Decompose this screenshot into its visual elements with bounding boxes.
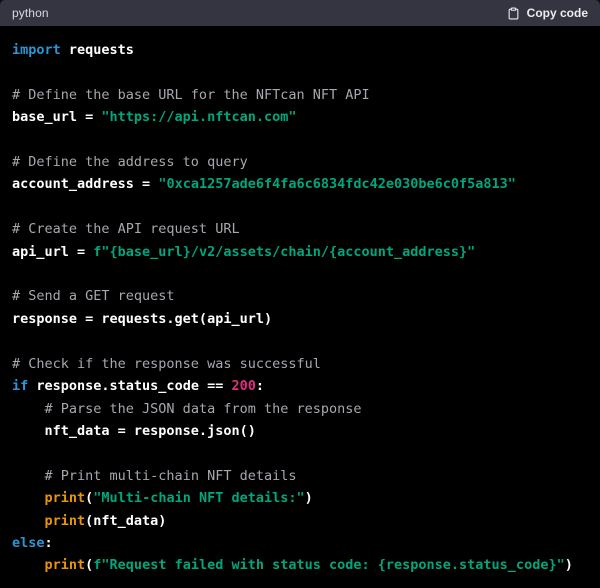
code-line: print(f"Request failed with status code:… (12, 557, 573, 573)
code-line: # Print multi-chain NFT details (12, 468, 296, 484)
code-token-string: "0xca1257ade6f4fa6c6834fdc42e030be6c0f5a… (158, 176, 516, 192)
code-line: base_url = "https://api.nftcan.com" (12, 109, 296, 125)
code-token-plain: ) (305, 490, 313, 506)
code-token-string: "Multi-chain NFT details:" (93, 490, 304, 506)
code-line: if response.status_code == 200: (12, 378, 264, 394)
code-token-string: f"{base_url}/v2/assets/chain/{account_ad… (93, 244, 475, 260)
code-token-builtin: print (45, 490, 86, 506)
code-line: # Parse the JSON data from the response (12, 401, 362, 417)
code-line: # Create the API request URL (12, 221, 240, 237)
code-token-number: 200 (231, 378, 255, 394)
python-code: import requests # Define the base URL fo… (12, 39, 588, 577)
code-token-plain: nft_data = response.json() (12, 423, 256, 439)
code-line: api_url = f"{base_url}/v2/assets/chain/{… (12, 244, 475, 260)
language-label: python (12, 6, 49, 20)
code-line: # Send a GET request (12, 288, 175, 304)
code-token-plain (12, 401, 45, 417)
code-token-builtin: print (45, 513, 86, 529)
code-token-plain: ) (565, 557, 573, 573)
code-token-plain: (nft_data) (85, 513, 166, 529)
code-token-plain: : (256, 378, 264, 394)
copy-code-label: Copy code (527, 6, 588, 20)
code-token-plain: api_url = (12, 244, 93, 260)
code-block-header: python Copy code (0, 0, 600, 26)
code-line: print(nft_data) (12, 513, 166, 529)
code-line: else: (12, 535, 53, 551)
code-token-comment: # Send a GET request (12, 288, 175, 304)
clipboard-icon (507, 6, 520, 21)
code-token-comment: # Check if the response was successful (12, 356, 321, 372)
code-token-plain (12, 513, 45, 529)
code-line: response = requests.get(api_url) (12, 311, 272, 327)
code-block: python Copy code import requests # Defin… (0, 0, 600, 588)
code-token-comment: # Define the address to query (12, 154, 248, 170)
code-token-plain: response.status_code == (28, 378, 231, 394)
code-token-comment: # Parse the JSON data from the response (45, 401, 362, 417)
code-line: print("Multi-chain NFT details:") (12, 490, 313, 506)
code-token-string: f"Request failed with status code: {resp… (93, 557, 564, 573)
code-token-string: "https://api.nftcan.com" (101, 109, 296, 125)
code-token-keyword: import (12, 42, 61, 58)
code-token-plain (12, 490, 45, 506)
code-token-plain: : (45, 535, 53, 551)
code-token-comment: # Create the API request URL (12, 221, 240, 237)
copy-code-button[interactable]: Copy code (507, 4, 588, 23)
code-token-plain (12, 557, 45, 573)
code-line: # Define the base URL for the NFTcan NFT… (12, 87, 370, 103)
code-token-comment: # Define the base URL for the NFTcan NFT… (12, 87, 370, 103)
code-token-plain: base_url = (12, 109, 101, 125)
code-token-plain: response = requests.get(api_url) (12, 311, 272, 327)
code-line: account_address = "0xca1257ade6f4fa6c683… (12, 176, 516, 192)
code-token-plain: account_address = (12, 176, 158, 192)
code-area[interactable]: import requests # Define the base URL fo… (0, 26, 600, 588)
code-line: nft_data = response.json() (12, 423, 256, 439)
code-token-plain: requests (61, 42, 134, 58)
code-token-keyword: else (12, 535, 45, 551)
code-token-plain (12, 468, 45, 484)
code-token-builtin: print (45, 557, 86, 573)
code-token-comment: # Print multi-chain NFT details (45, 468, 297, 484)
code-line: # Define the address to query (12, 154, 248, 170)
code-line: # Check if the response was successful (12, 356, 321, 372)
code-token-keyword: if (12, 378, 28, 394)
code-line: import requests (12, 42, 134, 58)
